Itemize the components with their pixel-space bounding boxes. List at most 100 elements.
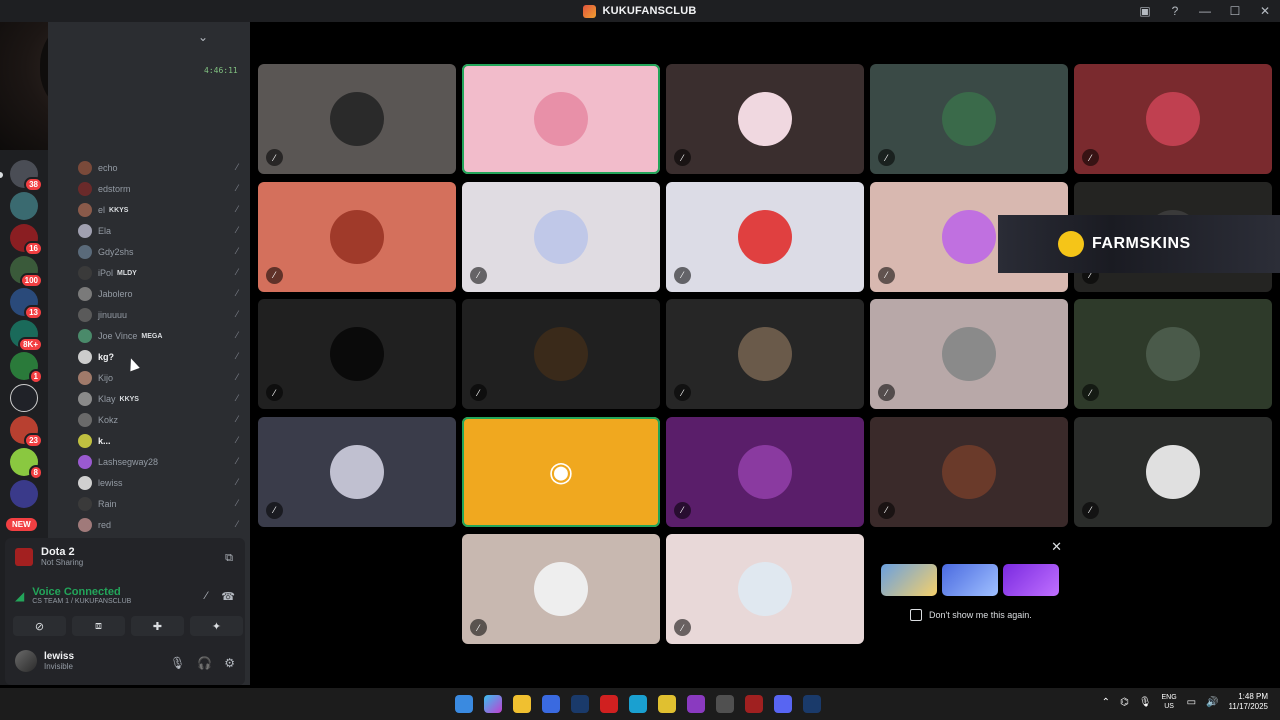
volume-icon[interactable]: 🔊 [1206, 697, 1218, 708]
activities-button[interactable]: ✚ [131, 616, 184, 636]
voicemod-icon[interactable] [600, 695, 618, 713]
participant-tile[interactable]: ⁄ [462, 299, 660, 409]
steam-icon[interactable] [803, 695, 821, 713]
server-icon[interactable] [10, 384, 38, 412]
participant-tile[interactable]: ⁄ [258, 299, 456, 409]
list-item[interactable]: Joe Vince MEGA ⁄ [78, 326, 242, 346]
gear-icon[interactable]: ⚙ [224, 656, 235, 670]
voice-connected-label[interactable]: Voice Connected [32, 586, 131, 598]
list-item[interactable]: edstorm ⁄ [78, 179, 242, 199]
folder-icon[interactable] [513, 695, 531, 713]
participant-tile[interactable]: ⁄ [666, 64, 864, 174]
participant-tile[interactable]: ⁄ [1074, 299, 1272, 409]
list-item[interactable]: Klay KKYS ⁄ [78, 389, 242, 409]
participant-tile[interactable]: ⁄ [258, 416, 456, 527]
participant-tile[interactable]: ⁄ [1074, 64, 1272, 174]
member-name: Ela [98, 226, 112, 236]
server-icon[interactable]: 16 [10, 224, 43, 256]
headphones-icon[interactable]: 🎧 [197, 656, 212, 670]
soundboard-button[interactable]: ✦ [190, 616, 243, 636]
list-item[interactable]: el KKYS ⁄ [78, 200, 242, 220]
participant-tile[interactable]: ⁄ [258, 181, 456, 292]
participant-tile[interactable]: ⁄ [666, 534, 864, 644]
monitor-icon[interactable]: ▭ [1187, 697, 1196, 708]
server-icon[interactable] [10, 480, 38, 508]
server-icon[interactable]: 23 [10, 416, 43, 448]
chevron-up-icon[interactable]: ⌃ [1102, 697, 1110, 708]
list-item[interactable]: k... ⁄ [78, 431, 242, 451]
list-item[interactable]: iPol MLDY ⁄ [78, 263, 242, 283]
checkbox[interactable] [910, 609, 922, 621]
participant-tile[interactable]: ⁄ [870, 64, 1068, 174]
list-item[interactable]: lewiss ⁄ [78, 473, 242, 493]
list-item[interactable]: Rain ⁄ [78, 494, 242, 514]
server-icon[interactable]: 100 [10, 256, 43, 288]
app-icon[interactable] [716, 695, 734, 713]
list-item[interactable]: kg? ⁄ [78, 347, 242, 367]
close-button[interactable]: ✕ [1250, 0, 1280, 22]
list-item[interactable]: Lashsegway28 ⁄ [78, 452, 242, 472]
participant-tile[interactable] [462, 64, 660, 174]
participant-tile[interactable]: ⁄ [870, 299, 1068, 409]
edge-icon[interactable] [629, 695, 647, 713]
noise-suppression-icon[interactable]: ⁄ [205, 590, 207, 603]
close-icon[interactable]: ✕ [1051, 539, 1062, 555]
start-icon[interactable] [455, 695, 473, 713]
inbox-icon[interactable]: ▣ [1130, 0, 1160, 22]
user-info[interactable]: lewiss Invisible [15, 650, 74, 672]
app-icon[interactable] [687, 695, 705, 713]
participant-tile[interactable]: ⁄ [666, 416, 864, 527]
list-item[interactable]: Kijo ⁄ [78, 368, 242, 388]
clock[interactable]: 1:48 PM 11/17/2025 [1229, 692, 1268, 712]
participant-tile[interactable]: ⁄ [1074, 416, 1272, 527]
disconnect-icon[interactable]: ☎ [221, 590, 235, 603]
signal-icon[interactable]: ◢ [15, 589, 24, 603]
stream-game-icon[interactable]: ⧉ [225, 552, 233, 565]
minimize-button[interactable]: — [1190, 0, 1220, 22]
maximize-button[interactable]: ☐ [1220, 0, 1250, 22]
store-icon[interactable] [542, 695, 560, 713]
activity-thumbnail[interactable] [881, 564, 937, 596]
avatar [78, 287, 92, 301]
participant-tile[interactable]: ⁄ [462, 534, 660, 644]
list-item[interactable]: jinuuuu ⁄ [78, 305, 242, 325]
voice-channel-label[interactable]: CS TEAM 1 / KUKUFANSCLUB [32, 598, 131, 605]
screen-share-button[interactable]: ⧈ [72, 616, 125, 636]
activity-thumbnail[interactable] [942, 564, 998, 596]
discord-icon[interactable] [774, 695, 792, 713]
help-icon[interactable]: ? [1160, 0, 1190, 22]
participant-tile[interactable]: ⁄ [666, 181, 864, 292]
steam-icon[interactable] [571, 695, 589, 713]
member-name: Klay [98, 394, 116, 404]
muted-icon: ⁄ [266, 501, 283, 519]
copilot-icon[interactable] [484, 695, 502, 713]
dont-show-option[interactable]: Don't show me this again. [910, 609, 1032, 621]
muted-icon: ⁄ [878, 501, 895, 519]
server-icon[interactable] [10, 192, 38, 220]
list-item[interactable]: echo ⁄ [78, 158, 242, 178]
participant-tile[interactable]: ⁄ [258, 64, 456, 174]
list-item[interactable]: Gdy2shs ⁄ [78, 242, 242, 262]
participant-tile[interactable]: ⁄ [462, 181, 660, 292]
participant-tile[interactable]: ◉ [462, 416, 660, 527]
server-icon[interactable]: 13 [10, 288, 43, 320]
chrome-icon[interactable] [658, 695, 676, 713]
participant-tile[interactable]: ⁄ [870, 416, 1068, 527]
server-icon[interactable]: 38 [10, 160, 43, 192]
list-item[interactable]: Kokz ⁄ [78, 410, 242, 430]
list-item[interactable]: Ela ⁄ [78, 221, 242, 241]
list-item[interactable]: Jabolero ⁄ [78, 284, 242, 304]
camera-off-button[interactable]: ⊘ [13, 616, 66, 636]
network-icon[interactable]: ⌬ [1120, 697, 1129, 708]
server-icon[interactable]: 8K+ [10, 320, 43, 352]
microphone-icon[interactable]: 🎙 [1139, 697, 1152, 708]
activity-thumbnail[interactable] [1003, 564, 1059, 596]
participant-tile[interactable]: ⁄ [666, 299, 864, 409]
list-item[interactable]: red ⁄ [78, 515, 242, 535]
chevron-down-icon[interactable]: ⌄ [198, 30, 208, 44]
server-icon[interactable]: 8 [10, 448, 43, 480]
language-indicator[interactable]: ENG US [1161, 693, 1176, 711]
server-icon[interactable]: 1 [10, 352, 43, 384]
microphone-icon[interactable]: 🎙 [170, 656, 185, 670]
dota-icon[interactable] [745, 695, 763, 713]
